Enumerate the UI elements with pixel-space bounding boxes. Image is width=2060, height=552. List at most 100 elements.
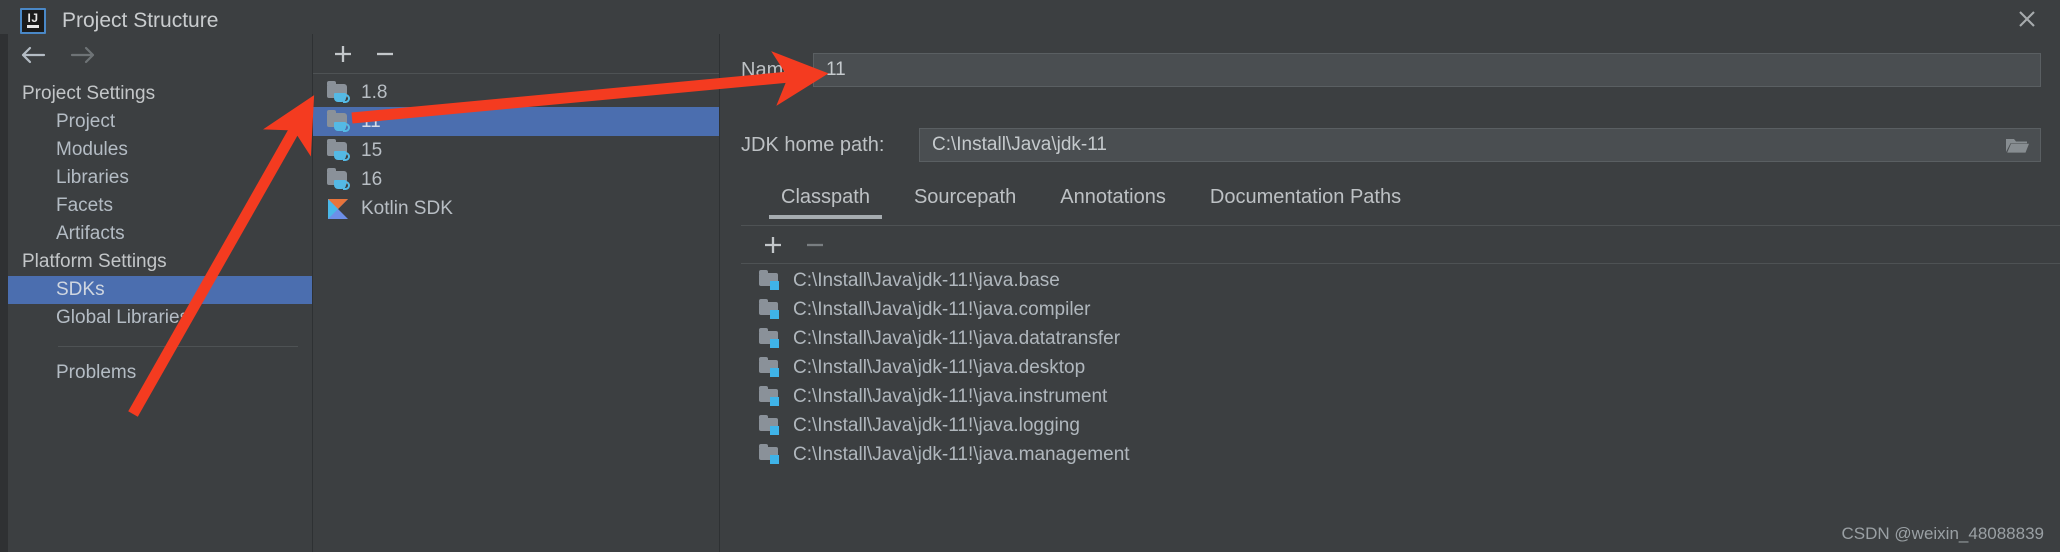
sidebar-item-label: Artifacts — [56, 223, 125, 244]
module-folder-icon — [759, 414, 783, 437]
sidebar-item-project-settings: Project Settings — [8, 80, 312, 108]
classpath-list-item[interactable]: C:\Install\Java\jdk-11!\java.management — [741, 440, 2060, 469]
classpath-list-item-label: C:\Install\Java\jdk-11!\java.datatransfe… — [793, 327, 1121, 349]
classpath-list-item-label: C:\Install\Java\jdk-11!\java.compiler — [793, 298, 1091, 320]
sdk-list-item-label: Kotlin SDK — [361, 197, 453, 219]
sidebar-item-modules[interactable]: Modules — [8, 136, 312, 164]
close-icon — [2014, 6, 2040, 37]
sidebar-item-facets[interactable]: Facets — [8, 192, 312, 220]
sdk-detail-tabs: Classpath Sourcepath Annotations Documentat… — [759, 182, 2060, 219]
sidebar-item-artifacts[interactable]: Artifacts — [8, 220, 312, 248]
classpath-list-item[interactable]: C:\Install\Java\jdk-11!\java.logging — [741, 411, 2060, 440]
kotlin-sdk-icon — [327, 198, 351, 220]
sdk-detail-panel: Name: 11 JDK home path: C:\Install\Java\… — [721, 34, 2060, 552]
jdk-home-path-value: C:\Install\Java\jdk-11 — [932, 134, 1107, 155]
sidebar-item-label: Project — [56, 111, 116, 132]
jdk-folder-icon — [327, 138, 351, 162]
jdk-home-path-input[interactable]: C:\Install\Java\jdk-11 — [919, 128, 2041, 162]
classpath-list: C:\Install\Java\jdk-11!\java.base C:\Inst… — [741, 266, 2060, 552]
tab-sourcepath[interactable]: Sourcepath — [892, 182, 1038, 219]
settings-nav-list: Project Settings Project Modules Libraries F… — [8, 80, 312, 332]
classpath-list-item[interactable]: C:\Install\Java\jdk-11!\java.desktop — [741, 353, 2060, 382]
sdk-list-panel: 1.8 11 15 16 Kotlin SDK — [312, 34, 720, 552]
plus-icon — [335, 45, 351, 62]
sidebar-item-platform-settings: Platform Settings — [8, 248, 312, 276]
sdk-list-item[interactable]: 16 — [313, 165, 719, 194]
window-edge-strip — [0, 34, 8, 552]
sidebar-item-project[interactable]: Project — [8, 108, 312, 136]
sidebar-item-label: Problems — [56, 362, 137, 383]
settings-nav-footer: Problems — [8, 359, 312, 387]
forward-arrow-icon — [68, 44, 98, 66]
sdk-name-input[interactable]: 11 — [813, 53, 2041, 87]
tab-documentation-paths[interactable]: Documentation Paths — [1188, 182, 1423, 219]
sidebar-item-libraries[interactable]: Libraries — [8, 164, 312, 192]
add-classpath-button[interactable] — [759, 231, 787, 259]
folder-browse-icon[interactable] — [2004, 135, 2030, 155]
sdk-toolbar — [313, 34, 719, 74]
jdk-home-path-row: JDK home path: C:\Install\Java\jdk-11 — [741, 128, 2041, 162]
module-folder-icon — [759, 385, 783, 408]
module-folder-icon — [759, 298, 783, 321]
sdk-list-item[interactable]: 11 — [313, 107, 719, 136]
sidebar-item-label: Global Libraries — [56, 307, 190, 328]
logo-text: IJ — [27, 11, 39, 25]
remove-sdk-button[interactable] — [371, 40, 399, 68]
classpath-list-item-label: C:\Install\Java\jdk-11!\java.instrument — [793, 385, 1108, 407]
sidebar-item-problems[interactable]: Problems — [8, 359, 312, 387]
project-structure-dialog: IJ Project Structure Project Settings Pr… — [0, 0, 2060, 552]
sdk-list-item[interactable]: Kotlin SDK — [313, 194, 719, 223]
nav-history-controls — [8, 34, 312, 76]
sdk-list-item-label: 11 — [361, 110, 381, 132]
jdk-folder-icon — [327, 167, 351, 191]
window-title: Project Structure — [62, 9, 219, 32]
module-folder-icon — [759, 327, 783, 350]
settings-navigation-panel: Project Settings Project Modules Libraries F… — [8, 34, 312, 552]
tab-label: Documentation Paths — [1209, 186, 1402, 208]
nav-divider — [58, 346, 298, 347]
sdk-name-label: Name: — [741, 58, 800, 81]
sdk-list-item-label: 1.8 — [361, 81, 388, 103]
classpath-list-item-label: C:\Install\Java\jdk-11!\java.base — [793, 269, 1060, 291]
intellij-logo-icon: IJ — [20, 8, 46, 34]
jdk-home-path-label: JDK home path: — [741, 133, 885, 156]
classpath-list-item[interactable]: C:\Install\Java\jdk-11!\java.base — [741, 266, 2060, 295]
sidebar-item-label: Project Settings — [22, 83, 156, 104]
minus-icon — [377, 52, 393, 55]
tab-label: Annotations — [1060, 186, 1166, 208]
sdk-list: 1.8 11 15 16 Kotlin SDK — [313, 74, 719, 223]
logo-underline — [27, 25, 39, 28]
jdk-folder-icon — [327, 80, 351, 104]
sdk-list-item[interactable]: 15 — [313, 136, 719, 165]
sidebar-item-label: SDKs — [56, 279, 105, 300]
sidebar-item-label: Facets — [56, 195, 114, 216]
sdk-name-row: Name: 11 — [741, 53, 2041, 87]
classpath-list-item-label: C:\Install\Java\jdk-11!\java.management — [793, 443, 1130, 465]
plus-icon — [765, 236, 781, 253]
sdk-list-item[interactable]: 1.8 — [313, 78, 719, 107]
sidebar-item-label: Platform Settings — [22, 251, 167, 272]
tab-classpath[interactable]: Classpath — [759, 182, 892, 219]
sidebar-item-global-libraries[interactable]: Global Libraries — [8, 304, 312, 332]
classpath-list-item[interactable]: C:\Install\Java\jdk-11!\java.datatransfe… — [741, 324, 2060, 353]
watermark: CSDN @weixin_48088839 — [1841, 524, 2044, 543]
tab-label: Classpath — [781, 186, 870, 208]
back-arrow-icon[interactable] — [18, 44, 48, 66]
sidebar-item-sdks[interactable]: SDKs — [8, 276, 312, 304]
remove-classpath-button[interactable] — [801, 231, 829, 259]
tab-annotations[interactable]: Annotations — [1038, 182, 1188, 219]
sdk-list-item-label: 15 — [361, 139, 383, 161]
sidebar-item-label: Libraries — [56, 167, 129, 188]
module-folder-icon — [759, 443, 783, 466]
module-folder-icon — [759, 269, 783, 292]
classpath-list-item[interactable]: C:\Install\Java\jdk-11!\java.compiler — [741, 295, 2060, 324]
add-sdk-button[interactable] — [329, 40, 357, 68]
module-folder-icon — [759, 356, 783, 379]
tab-label: Sourcepath — [913, 186, 1017, 208]
classpath-toolbar — [741, 226, 2060, 264]
jdk-folder-icon — [327, 109, 351, 133]
classpath-list-item[interactable]: C:\Install\Java\jdk-11!\java.instrument — [741, 382, 2060, 411]
sdk-list-item-label: 16 — [361, 168, 383, 190]
minus-icon — [807, 243, 823, 246]
sidebar-item-label: Modules — [56, 139, 128, 160]
